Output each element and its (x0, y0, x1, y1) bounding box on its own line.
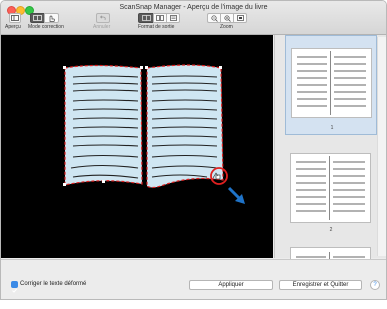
thumbnail-2[interactable] (290, 153, 371, 223)
page-lines-icon (169, 15, 177, 21)
book-image (63, 64, 245, 204)
hand-icon (49, 15, 55, 22)
annuler-label: Annuler (93, 24, 111, 30)
zoom-label: Zoom (220, 24, 233, 30)
preview-icon (11, 15, 19, 21)
zoom-out-button[interactable] (207, 13, 221, 23)
window: ScanSnap Manager - Aperçu de l'image du … (0, 0, 387, 300)
zoom-out-icon (210, 14, 218, 22)
help-button[interactable]: ? (370, 280, 380, 290)
book-icon (33, 15, 42, 21)
fit-page-icon (236, 15, 244, 21)
finger-mode-button[interactable] (44, 13, 59, 23)
split-page-icon (156, 15, 164, 21)
bottom-bar: Corriger le texte déformé Appliquer Enre… (1, 259, 386, 299)
thumbnail-3-partial[interactable] (290, 247, 371, 261)
format-lines-button[interactable] (166, 13, 180, 23)
undo-icon (99, 15, 106, 21)
window-title: ScanSnap Manager - Aperçu de l'image du … (119, 4, 268, 11)
checkmark-icon (12, 288, 17, 293)
apercu-button[interactable] (9, 13, 21, 23)
thumbnail-number-1: 1 (330, 125, 334, 131)
thumbnail-sidebar: 1 2 (274, 35, 386, 261)
zoom-in-button[interactable] (220, 13, 234, 23)
thumbnail-image-1 (291, 48, 372, 118)
undo-button[interactable] (96, 13, 110, 23)
correct-text-label: Corriger le texte déformé (20, 281, 87, 287)
thumbnail-lines-1 (297, 51, 366, 115)
zoom-fit-button[interactable] (233, 13, 247, 23)
zoom-in-icon (223, 14, 231, 22)
format-sortie-label: Format de sortie (138, 24, 175, 30)
apply-button[interactable]: Appliquer (189, 280, 273, 290)
thumbnail-scrollbar[interactable] (377, 37, 386, 256)
double-page-icon (141, 15, 151, 21)
thumbnail-lines-2 (296, 156, 365, 220)
format-split-button[interactable] (153, 13, 167, 23)
correct-text-checkbox[interactable] (11, 281, 18, 293)
apercu-label: Aperçu (5, 24, 21, 30)
thumbnail-1[interactable]: 1 (285, 35, 377, 135)
titlebar: ScanSnap Manager - Aperçu de l'image du … (1, 1, 386, 35)
save-quit-button[interactable]: Enregistrer et Quitter (279, 280, 362, 290)
mode-correction-label: Mode correction (28, 24, 64, 30)
correction-mode-button[interactable] (30, 13, 45, 23)
book-preview-canvas[interactable] (1, 35, 273, 258)
format-single-button[interactable] (138, 13, 154, 23)
drag-direction-arrow-icon (227, 186, 245, 204)
thumbnail-number-2: 2 (329, 227, 333, 233)
